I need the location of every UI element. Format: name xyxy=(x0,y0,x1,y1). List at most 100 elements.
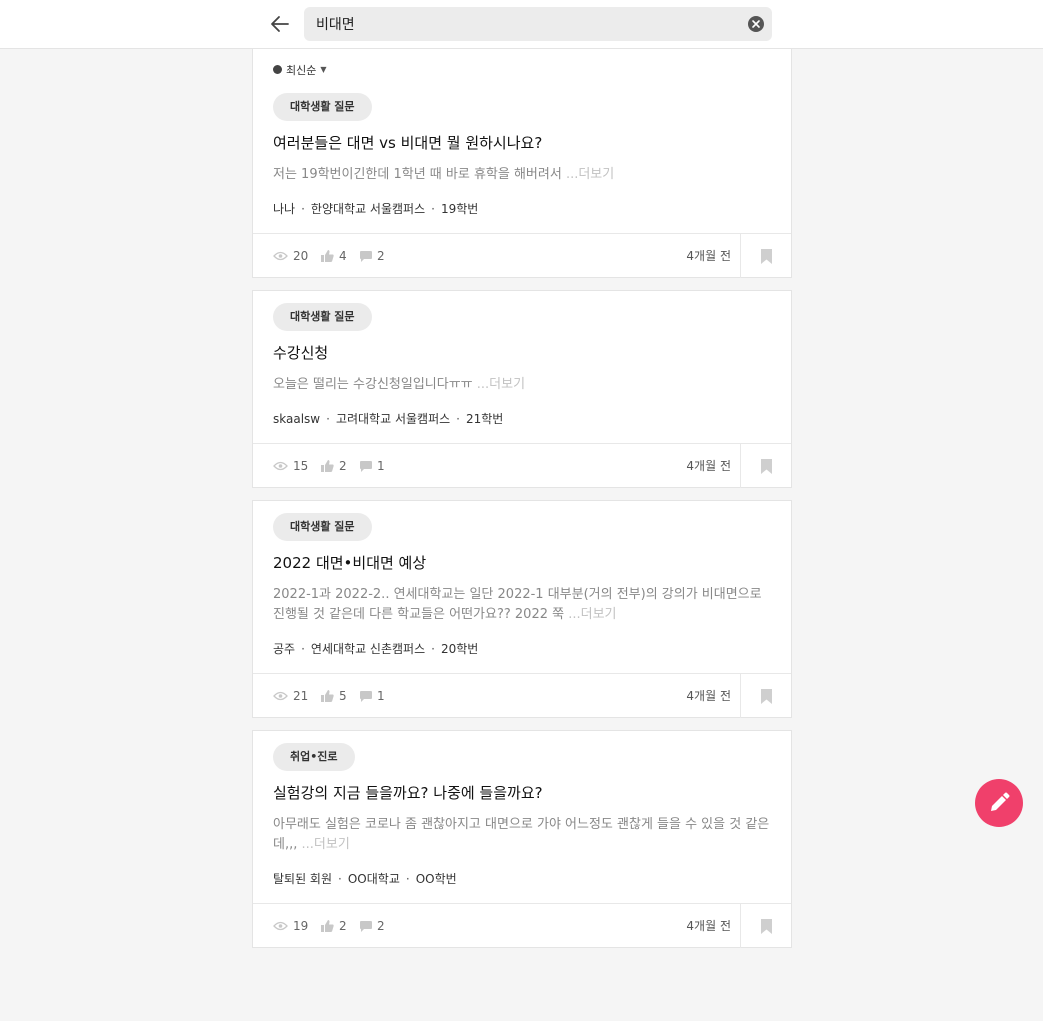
like-count-value: 2 xyxy=(339,919,347,933)
comment-count[interactable]: 2 xyxy=(360,904,385,948)
thumbs-up-icon xyxy=(321,250,334,262)
like-count[interactable]: 2 xyxy=(321,904,347,948)
author-name: 탈퇴된 회원 xyxy=(273,872,333,886)
post-title[interactable]: 여러분들은 대면 vs 비대면 뭘 원하시나요? xyxy=(273,132,771,154)
comment-icon xyxy=(360,460,372,472)
view-count: 21 xyxy=(273,674,308,718)
admission-year: 21학번 xyxy=(465,412,504,426)
excerpt-text: 저는 19학번이긴한데 1학년 때 바로 휴학을 해버려서 xyxy=(273,167,562,182)
read-more-link[interactable]: ...더보기 xyxy=(566,167,614,182)
category-chip[interactable]: 대학생활 질문 xyxy=(273,513,372,541)
write-post-button[interactable] xyxy=(975,779,1023,827)
post-title[interactable]: 실험강의 지금 들을까요? 나중에 들을까요? xyxy=(273,782,771,804)
post-time: 4개월 전 xyxy=(686,919,731,933)
view-count-value: 20 xyxy=(293,249,309,263)
author-name: skaalsw xyxy=(273,412,321,426)
separator: · xyxy=(301,642,305,656)
like-count[interactable]: 4 xyxy=(321,234,347,278)
separator: · xyxy=(326,412,330,426)
category-chip[interactable]: 대학생활 질문 xyxy=(273,93,372,121)
comment-icon xyxy=(360,250,372,262)
separator: · xyxy=(456,412,460,426)
caret-down-icon: ▼ xyxy=(320,65,327,74)
category-chip[interactable]: 대학생활 질문 xyxy=(273,303,372,331)
comment-count-value: 2 xyxy=(377,249,385,263)
sort-dropdown[interactable]: 최신순 ▼ xyxy=(252,49,792,81)
clock-icon xyxy=(273,65,282,74)
post-footer: 15 2 1 4개월 전 xyxy=(253,443,791,488)
arrow-left-icon xyxy=(271,16,289,32)
separator: · xyxy=(338,872,342,886)
post-card[interactable]: 대학생활 질문 2022 대면•비대면 예상 2022-1과 2022-2.. … xyxy=(252,500,792,718)
category-chip[interactable]: 취업•진로 xyxy=(273,743,355,771)
admission-year: 19학번 xyxy=(440,202,479,216)
comment-count-value: 1 xyxy=(377,689,385,703)
back-button[interactable] xyxy=(268,12,292,36)
comment-count[interactable]: 1 xyxy=(360,444,385,488)
separator: · xyxy=(405,872,410,886)
eye-icon xyxy=(273,921,288,931)
pencil-icon xyxy=(991,792,1010,811)
eye-icon xyxy=(273,461,288,471)
bookmark-button[interactable] xyxy=(740,674,791,718)
post-title[interactable]: 수강신청 xyxy=(273,342,771,364)
post-time: 4개월 전 xyxy=(686,459,731,473)
like-count-value: 2 xyxy=(339,459,347,473)
view-count-value: 15 xyxy=(293,459,309,473)
separator: · xyxy=(431,202,435,216)
thumbs-up-icon xyxy=(321,690,334,702)
comment-count[interactable]: 2 xyxy=(360,234,385,278)
search-box xyxy=(304,7,772,41)
like-count[interactable]: 2 xyxy=(321,444,347,488)
post-excerpt: 아무래도 실험은 코로나 좀 괜찮아지고 대면으로 가야 어느정도 괜찮게 들을… xyxy=(273,815,771,855)
post-excerpt: 저는 19학번이긴한데 1학년 때 바로 휴학을 해버려서 ...더보기 xyxy=(273,165,771,185)
post-card[interactable]: 대학생활 질문 여러분들은 대면 vs 비대면 뭘 원하시나요? 저는 19학번… xyxy=(252,81,792,278)
clear-search-button[interactable] xyxy=(748,16,764,32)
view-count: 19 xyxy=(273,904,308,948)
admission-year: OO학번 xyxy=(415,872,457,886)
comment-count[interactable]: 1 xyxy=(360,674,385,718)
bookmark-icon xyxy=(760,918,772,934)
like-count-value: 4 xyxy=(339,249,347,263)
eye-icon xyxy=(273,251,288,261)
view-count: 15 xyxy=(273,444,308,488)
search-input[interactable] xyxy=(316,7,736,41)
post-meta: 나나 · 한양대학교 서울캠퍼스 · 19학번 xyxy=(273,201,771,233)
comment-icon xyxy=(360,920,372,932)
read-more-link[interactable]: ...더보기 xyxy=(568,607,616,622)
post-footer: 21 5 1 4개월 전 xyxy=(253,673,791,718)
bookmark-icon xyxy=(760,688,772,704)
post-card[interactable]: 취업•진로 실험강의 지금 들을까요? 나중에 들을까요? 아무래도 실험은 코… xyxy=(252,730,792,948)
bookmark-button[interactable] xyxy=(740,904,791,948)
bookmark-icon xyxy=(760,458,772,474)
school-name: 고려대학교 서울캠퍼스 xyxy=(335,412,451,426)
school-name: 한양대학교 서울캠퍼스 xyxy=(310,202,426,216)
view-count-value: 21 xyxy=(293,689,309,703)
top-bar xyxy=(0,0,1043,49)
eye-icon xyxy=(273,691,288,701)
comment-icon xyxy=(360,690,372,702)
view-count: 20 xyxy=(273,234,308,278)
comment-count-value: 1 xyxy=(377,459,385,473)
like-count-value: 5 xyxy=(339,689,347,703)
bookmark-button[interactable] xyxy=(740,234,791,278)
bookmark-button[interactable] xyxy=(740,444,791,488)
post-excerpt: 2022-1과 2022-2.. 연세대학교는 일단 2022-1 대부분(거의… xyxy=(273,585,771,625)
separator: · xyxy=(301,202,305,216)
post-excerpt: 오늘은 떨리는 수강신청일입니다ㅠㅠ ...더보기 xyxy=(273,375,771,395)
post-title[interactable]: 2022 대면•비대면 예상 xyxy=(273,552,771,574)
author-name: 공주 xyxy=(273,642,296,656)
excerpt-text: 2022-1과 2022-2.. 연세대학교는 일단 2022-1 대부분(거의… xyxy=(273,587,762,622)
school-name: OO대학교 xyxy=(347,872,400,886)
comment-count-value: 2 xyxy=(377,919,385,933)
post-card[interactable]: 대학생활 질문 수강신청 오늘은 떨리는 수강신청일입니다ㅠㅠ ...더보기 s… xyxy=(252,290,792,488)
bookmark-icon xyxy=(760,248,772,264)
read-more-link[interactable]: ...더보기 xyxy=(302,837,350,852)
post-feed: 최신순 ▼ 대학생활 질문 여러분들은 대면 vs 비대면 뭘 원하시나요? 저… xyxy=(252,49,792,948)
thumbs-up-icon xyxy=(321,920,334,932)
author-name: 나나 xyxy=(273,202,296,216)
like-count[interactable]: 5 xyxy=(321,674,347,718)
post-meta: skaalsw · 고려대학교 서울캠퍼스 · 21학번 xyxy=(273,411,771,443)
read-more-link[interactable]: ...더보기 xyxy=(477,377,525,392)
school-name: 연세대학교 신촌캠퍼스 xyxy=(310,642,426,656)
